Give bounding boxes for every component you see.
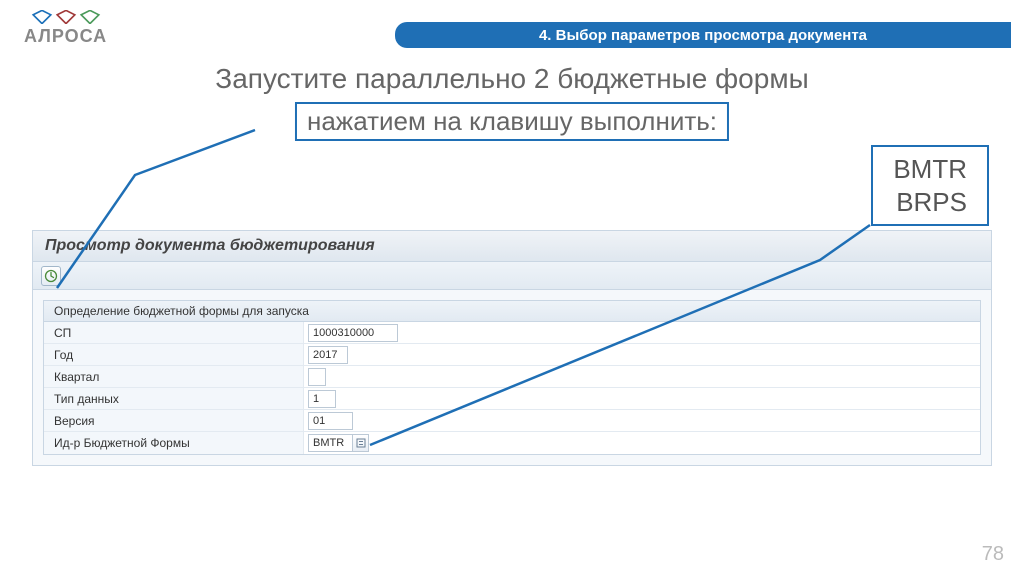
logo-diamond-red [55,10,77,24]
brand-name: АЛРОСА [24,26,107,47]
field-row-datatype: Тип данных [44,388,980,410]
groupbox-title: Определение бюджетной формы для запуска [44,301,980,322]
input-version[interactable] [308,412,353,430]
logo-diamond-green [79,10,101,24]
page-number: 78 [982,543,1004,566]
field-row-version: Версия [44,410,980,432]
input-year[interactable] [308,346,348,364]
brand-logo: АЛРОСА [24,10,107,47]
field-row-formid: Ид-р Бюджетной Формы [44,432,980,454]
instruction-line2-box: нажатием на клавишу выполнить: [295,102,729,141]
input-quarter[interactable] [308,368,326,386]
instruction-line1: Запустите параллельно 2 бюджетные формы [0,63,1024,95]
execute-button[interactable] [41,266,61,286]
label-datatype: Тип данных [44,388,304,409]
section-title: 4. Выбор параметров просмотра документа [539,27,867,44]
logo-icons [31,10,101,24]
value-help-icon [356,438,366,448]
section-header: 4. Выбор параметров просмотра документа [395,22,1011,48]
field-row-year: Год [44,344,980,366]
field-row-quarter: Квартал [44,366,980,388]
input-sp[interactable] [308,324,398,342]
label-version: Версия [44,410,304,431]
label-formid: Ид-р Бюджетной Формы [44,432,304,454]
clock-check-icon [44,269,58,283]
label-sp: СП [44,322,304,343]
input-datatype[interactable] [308,390,336,408]
sap-groupbox: Определение бюджетной формы для запуска … [43,300,981,455]
logo-diamond-blue [31,10,53,24]
form-code-1: BMTR [893,153,967,186]
value-help-button[interactable] [353,434,369,452]
sap-window-title: Просмотр документа бюджетирования [33,231,991,262]
input-formid[interactable] [308,434,353,452]
sap-window: Просмотр документа бюджетирования Опреде… [32,230,992,466]
label-quarter: Квартал [44,366,304,387]
form-code-2: BRPS [893,186,967,219]
instruction-line2: нажатием на клавишу выполнить: [307,106,717,136]
sap-toolbar [33,262,991,290]
field-row-sp: СП [44,322,980,344]
form-codes-box: BMTR BRPS [871,145,989,226]
label-year: Год [44,344,304,365]
